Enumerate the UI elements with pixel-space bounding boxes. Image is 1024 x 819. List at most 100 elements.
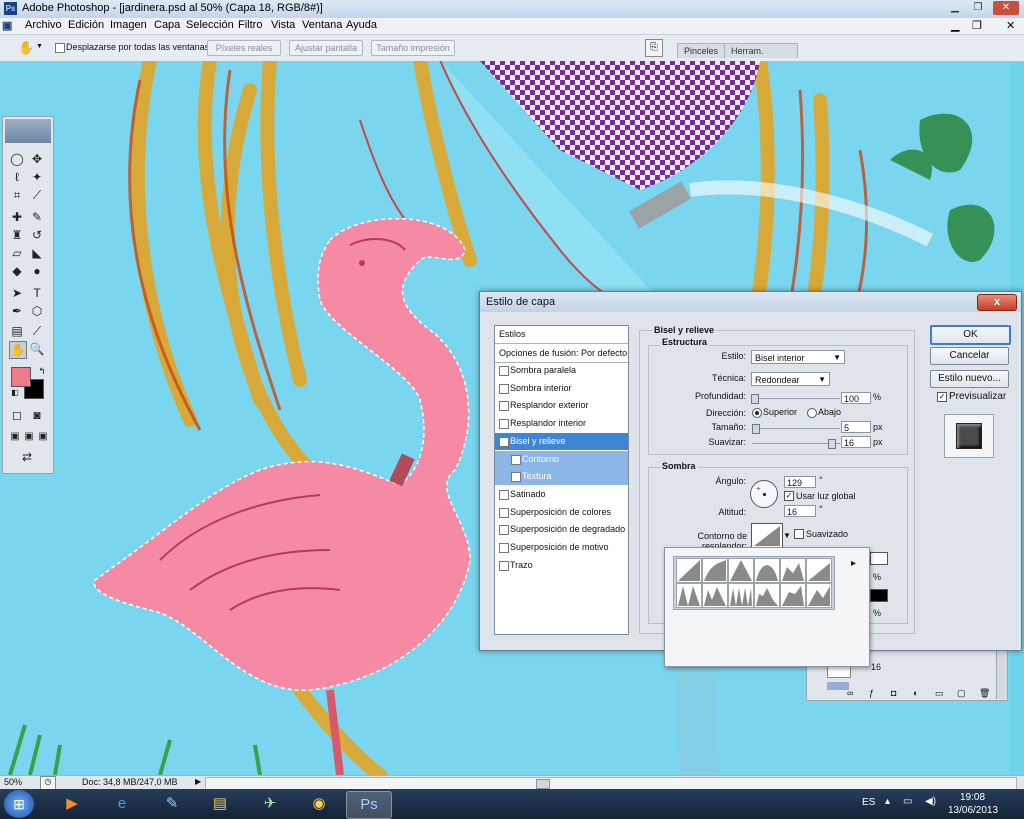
cancel-button[interactable]: Cancelar xyxy=(930,347,1009,365)
standard-mode-icon[interactable]: ◻ xyxy=(9,407,25,423)
style-item-contorno[interactable]: Contorno xyxy=(495,450,628,468)
doc-restore-button[interactable]: ❐ xyxy=(972,19,982,32)
file-explorer-icon[interactable]: ▤ xyxy=(198,791,242,817)
global-light-checkbox[interactable]: ✓ xyxy=(784,491,794,501)
style-item-satinado[interactable]: Satinado xyxy=(495,486,628,503)
altitude-input[interactable]: 16 xyxy=(784,505,816,517)
size-slider-thumb[interactable] xyxy=(752,424,760,434)
gloss-contour-picker[interactable] xyxy=(751,523,783,549)
style-item-superposicio-n-de-degradado[interactable]: Superposición de degradado xyxy=(495,521,628,538)
new-group-icon[interactable]: ▭ xyxy=(935,688,944,699)
antialiased-checkbox[interactable] xyxy=(794,529,804,539)
style-item-superposicio-n-de-colores[interactable]: Superposición de colores xyxy=(495,504,628,521)
style-item-checkbox[interactable] xyxy=(499,401,509,412)
style-item-checkbox[interactable]: ✓ xyxy=(499,436,509,447)
chevron-down-icon[interactable]: ▼ xyxy=(783,531,791,540)
layers-scrollbar[interactable] xyxy=(996,649,1007,699)
eraser-tool-icon[interactable]: ▱ xyxy=(9,245,25,261)
paint-bucket-tool-icon[interactable]: ◣ xyxy=(29,245,45,261)
style-item-textura[interactable]: Textura xyxy=(495,468,628,486)
angle-dial[interactable]: + xyxy=(750,480,778,508)
tab-tool-presets[interactable]: Herram. preest. xyxy=(724,43,798,70)
print-size-button[interactable]: Tamaño impresión xyxy=(371,40,455,56)
style-item-checkbox[interactable] xyxy=(499,419,509,430)
style-item-sombra-interior[interactable]: Sombra interior xyxy=(495,380,628,397)
dodge-tool-icon[interactable]: ● xyxy=(29,263,45,279)
contour-preset-swatch[interactable] xyxy=(754,558,780,583)
chrome-icon[interactable]: ◉ xyxy=(297,791,341,817)
trash-icon[interactable]: 🗑 xyxy=(979,688,990,699)
style-item-checkbox[interactable] xyxy=(499,489,509,500)
menu-filtro[interactable]: Filtro xyxy=(238,19,262,31)
history-brush-tool-icon[interactable]: ↺ xyxy=(29,227,45,243)
pen-tool-icon[interactable]: ✒ xyxy=(9,303,25,319)
style-item-superposicio-n-de-motivo[interactable]: Superposición de motivo xyxy=(495,539,628,556)
palette-well-icon[interactable]: ⎘ xyxy=(645,39,663,57)
ok-button[interactable]: OK xyxy=(930,325,1011,345)
depth-slider[interactable] xyxy=(752,398,840,399)
paint-icon[interactable]: ✎ xyxy=(150,791,194,817)
adjustment-layer-icon[interactable]: ◐ xyxy=(913,688,918,698)
language-indicator[interactable]: ES xyxy=(862,797,875,808)
menu-archivo[interactable]: Archivo xyxy=(25,19,62,31)
style-item-checkbox[interactable] xyxy=(499,366,509,376)
style-select[interactable]: Bisel interior ▼ xyxy=(751,350,845,364)
doc-minimize-button[interactable]: ▁ xyxy=(951,19,959,32)
contour-preset-swatch[interactable] xyxy=(728,583,754,608)
style-item-checkbox[interactable] xyxy=(499,525,509,536)
style-item-checkbox[interactable] xyxy=(511,454,521,465)
scroll-all-checkbox[interactable] xyxy=(55,43,65,53)
marquee-tool-icon[interactable]: ◯ xyxy=(9,151,25,167)
doc-close-button[interactable]: ✕ xyxy=(1006,19,1015,32)
status-menu-arrow-icon[interactable]: ▶ xyxy=(195,777,201,786)
zoom-level[interactable]: 50% xyxy=(4,777,22,787)
highlight-color-swatch[interactable] xyxy=(870,552,888,565)
slice-tool-icon[interactable]: ⟋ xyxy=(29,187,45,203)
menu-ventana[interactable]: Ventana xyxy=(302,19,342,31)
contour-preset-swatch[interactable] xyxy=(676,583,702,608)
soften-input[interactable]: 16 xyxy=(841,436,871,448)
photoshop-taskbar-icon[interactable]: Ps xyxy=(346,791,392,819)
default-colors-icon[interactable]: ◧ xyxy=(7,385,23,401)
status-icon[interactable]: ◷ xyxy=(40,776,56,790)
direction-up-radio[interactable] xyxy=(752,408,762,418)
contour-preset-swatch[interactable] xyxy=(806,583,832,608)
style-item-trazo[interactable]: Trazo xyxy=(495,557,628,574)
depth-input[interactable]: 100 xyxy=(841,392,871,404)
clock-time[interactable]: 19:08 xyxy=(960,792,985,803)
style-item-checkbox[interactable] xyxy=(511,472,521,483)
clone-stamp-tool-icon[interactable]: ♜ xyxy=(9,227,25,243)
shape-tool-icon[interactable]: ⬡ xyxy=(29,303,45,319)
contour-preset-swatch[interactable] xyxy=(728,558,754,583)
close-button[interactable]: ✕ xyxy=(993,1,1019,15)
size-input[interactable]: 5 xyxy=(841,421,871,433)
hand-tool-icon[interactable]: ✋ xyxy=(18,40,34,56)
eyedropper-tool-icon[interactable]: ⟋ xyxy=(29,323,45,339)
style-item-checkbox[interactable] xyxy=(499,543,509,553)
style-item-checkbox[interactable] xyxy=(499,383,509,394)
dialog-close-button[interactable]: x xyxy=(977,294,1017,311)
actual-pixels-button[interactable]: Píxeles reales xyxy=(207,40,281,56)
contour-preset-swatch[interactable] xyxy=(780,558,806,583)
soften-slider[interactable] xyxy=(752,443,840,444)
ps-menu-icon[interactable]: ▣ xyxy=(2,19,12,32)
style-item-checkbox[interactable] xyxy=(499,560,509,571)
move-tool-icon[interactable]: ✥ xyxy=(29,151,45,167)
media-player-icon[interactable]: ▶ xyxy=(50,791,94,817)
hand-tool-icon[interactable]: ✋ xyxy=(9,341,27,359)
internet-explorer-icon[interactable]: e xyxy=(100,791,144,817)
fit-screen-button[interactable]: Ajustar pantalla xyxy=(289,40,363,56)
technique-select[interactable]: Redondear ▼ xyxy=(751,372,830,386)
menu-seleccion[interactable]: Selección xyxy=(186,19,234,31)
menu-ayuda[interactable]: Ayuda xyxy=(346,19,377,31)
style-item-opciones-de-fusio-n-por-defecto[interactable]: Opciones de fusión: Por defecto xyxy=(495,345,628,363)
new-layer-icon[interactable]: ▢ xyxy=(957,688,966,699)
preview-checkbox[interactable]: ✓ xyxy=(937,392,947,402)
magic-wand-tool-icon[interactable]: ✦ xyxy=(29,169,45,185)
style-item-checkbox[interactable] xyxy=(499,507,509,518)
crop-tool-icon[interactable]: ⌗ xyxy=(9,187,25,203)
style-item-resplandor-exterior[interactable]: Resplandor exterior xyxy=(495,397,628,414)
network-icon[interactable]: ▭ xyxy=(903,796,912,807)
depth-slider-thumb[interactable] xyxy=(751,394,759,404)
contour-preset-swatch[interactable] xyxy=(806,558,832,583)
